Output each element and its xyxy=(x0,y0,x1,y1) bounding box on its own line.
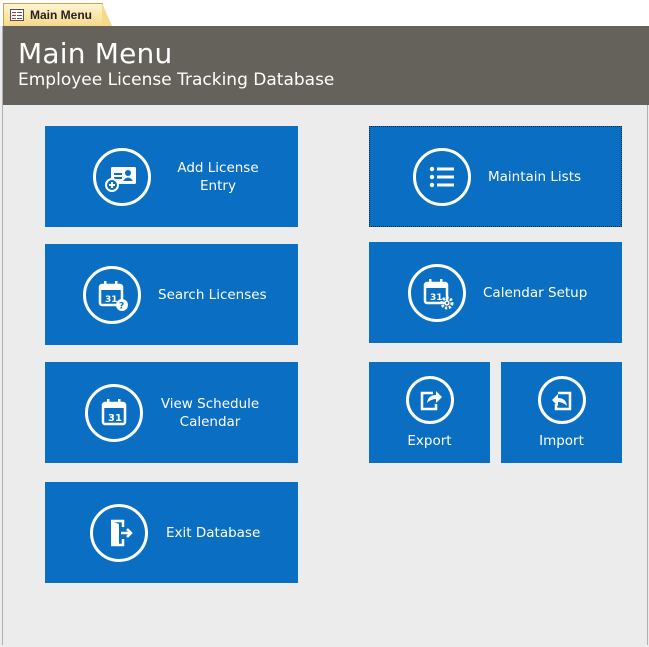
maintain-lists-label: Maintain Lists xyxy=(488,168,582,185)
calendar-setup-label: Calendar Setup xyxy=(483,284,588,301)
add-license-entry-label: Add License Entry xyxy=(177,159,259,194)
page-title: Main Menu xyxy=(18,37,173,70)
search-licenses-label: Search Licenses xyxy=(158,286,267,303)
calendar-setup-button[interactable]: 31 Calendar Setup xyxy=(369,242,622,343)
import-label: Import xyxy=(539,432,584,449)
export-label: Export xyxy=(407,432,452,449)
export-button[interactable]: Export xyxy=(369,362,490,463)
maintain-lists-button[interactable]: Maintain Lists xyxy=(369,126,622,227)
form-header: Main Menu Employee License Tracking Data… xyxy=(3,26,649,105)
page-subtitle: Employee License Tracking Database xyxy=(18,70,335,90)
exit-database-label: Exit Database xyxy=(166,524,261,541)
calendar-search-icon: 31 ? xyxy=(83,265,141,324)
view-schedule-calendar-label: View Schedule Calendar xyxy=(160,395,260,430)
search-licenses-button[interactable]: 31 ? Search Licenses xyxy=(45,244,298,345)
svg-text:?: ? xyxy=(119,301,124,311)
document-tab-strip: Main Menu xyxy=(0,0,649,26)
list-icon xyxy=(413,147,471,206)
main-menu-tab[interactable]: Main Menu xyxy=(3,3,112,26)
form-icon xyxy=(10,9,24,21)
svg-text:31: 31 xyxy=(108,413,122,424)
license-card-add-icon xyxy=(93,147,151,206)
exit-door-icon xyxy=(90,503,148,562)
add-license-entry-button[interactable]: Add License Entry xyxy=(45,126,298,227)
view-schedule-calendar-button[interactable]: 31 View Schedule Calendar xyxy=(45,362,298,463)
tab-label: Main Menu xyxy=(30,8,92,22)
calendar-icon: 31 xyxy=(85,383,143,442)
exit-database-button[interactable]: Exit Database xyxy=(45,482,298,583)
export-icon xyxy=(405,375,454,424)
import-icon xyxy=(537,375,586,424)
svg-text:31: 31 xyxy=(430,293,443,303)
import-button[interactable]: Import xyxy=(501,362,622,463)
svg-text:31: 31 xyxy=(105,295,118,305)
calendar-gear-icon: 31 xyxy=(408,263,466,322)
